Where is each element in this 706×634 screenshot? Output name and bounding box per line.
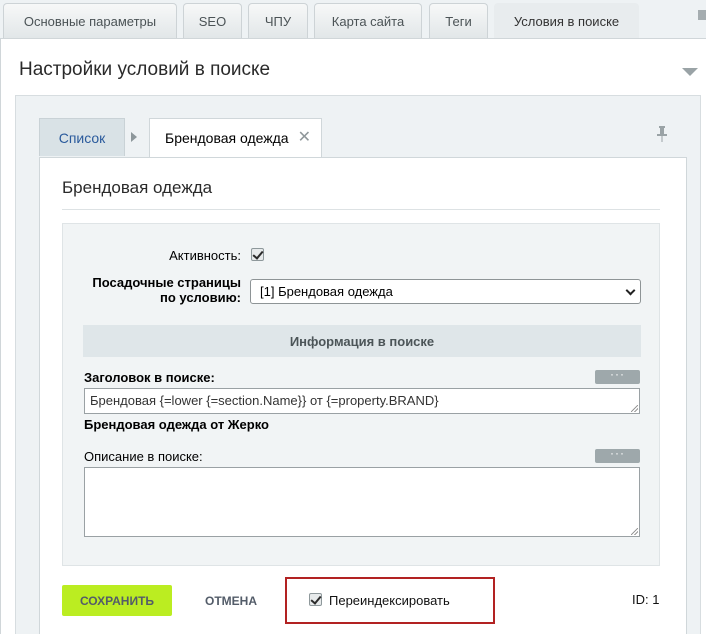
- tab-search-conditions[interactable]: Условия в поиске: [494, 3, 639, 39]
- tab-chpu[interactable]: ЧПУ: [248, 3, 308, 39]
- chevron-down-icon: [625, 285, 636, 296]
- reindex-label[interactable]: Переиндексировать: [329, 593, 450, 608]
- more-button[interactable]: ···: [595, 368, 640, 384]
- landing-pages-select[interactable]: [1] Брендовая одежда: [250, 279, 641, 304]
- landing-pages-label-line1: Посадочные страницы: [92, 275, 241, 290]
- save-button[interactable]: СОХРАНИТЬ: [62, 585, 172, 616]
- reindex-checkbox[interactable]: [309, 593, 322, 606]
- search-title-value: Брендовая {=lower {=section.Name}} от {=…: [90, 393, 439, 408]
- search-title-input[interactable]: Брендовая {=lower {=section.Name}} от {=…: [84, 388, 640, 414]
- pin-icon[interactable]: [698, 10, 706, 24]
- main-panel: Настройки условий в поиске Список Брендо…: [0, 38, 706, 634]
- record-id: ID: 1: [632, 592, 660, 607]
- conditions-frame: Список Брендовая одежда ✕ Брендовая одеж…: [15, 95, 701, 634]
- more-button[interactable]: ···: [595, 447, 640, 463]
- description-label: Описание в поиске:: [84, 449, 203, 464]
- tab-main-params[interactable]: Основные параметры: [3, 3, 177, 39]
- search-title-label: Заголовок в поиске:: [84, 370, 215, 385]
- reindex-highlight: Переиндексировать: [285, 577, 495, 624]
- tab-edit-label: Брендовая одежда: [165, 130, 289, 146]
- landing-pages-label: Посадочные страницы по условию:: [73, 275, 241, 305]
- chevron-down-icon[interactable]: [682, 68, 698, 76]
- page-title: Настройки условий в поиске: [19, 59, 271, 80]
- close-icon[interactable]: ✕: [298, 130, 311, 146]
- tab-sitemap[interactable]: Карта сайта: [314, 3, 422, 39]
- description-textarea[interactable]: [84, 467, 640, 537]
- edit-card: Брендовая одежда Активность: Посадочные …: [39, 157, 687, 634]
- resize-grip[interactable]: [631, 528, 638, 535]
- resize-grip[interactable]: [631, 405, 638, 412]
- top-tab-strip: Основные параметры SEO ЧПУ Карта сайта Т…: [0, 0, 706, 39]
- search-title-preview: Брендовая одежда от Жерко: [84, 417, 269, 432]
- divider: [62, 209, 660, 210]
- landing-pages-selected: [1] Брендовая одежда: [260, 284, 393, 299]
- active-checkbox[interactable]: [251, 248, 264, 261]
- active-label: Активность:: [169, 248, 241, 263]
- tab-list[interactable]: Список: [39, 118, 125, 156]
- pin-icon[interactable]: [656, 126, 668, 142]
- landing-pages-label-line2: по условию:: [160, 290, 241, 305]
- section-header: Информация в поиске: [83, 325, 641, 357]
- chevron-right-icon: [131, 132, 137, 142]
- tab-tags[interactable]: Теги: [429, 3, 488, 39]
- cancel-button[interactable]: ОТМЕНА: [205, 594, 257, 608]
- form-area: Активность: Посадочные страницы по услов…: [62, 223, 660, 566]
- card-title: Брендовая одежда: [62, 178, 213, 197]
- tab-seo[interactable]: SEO: [183, 3, 242, 39]
- tab-edit-item[interactable]: Брендовая одежда ✕: [149, 118, 322, 157]
